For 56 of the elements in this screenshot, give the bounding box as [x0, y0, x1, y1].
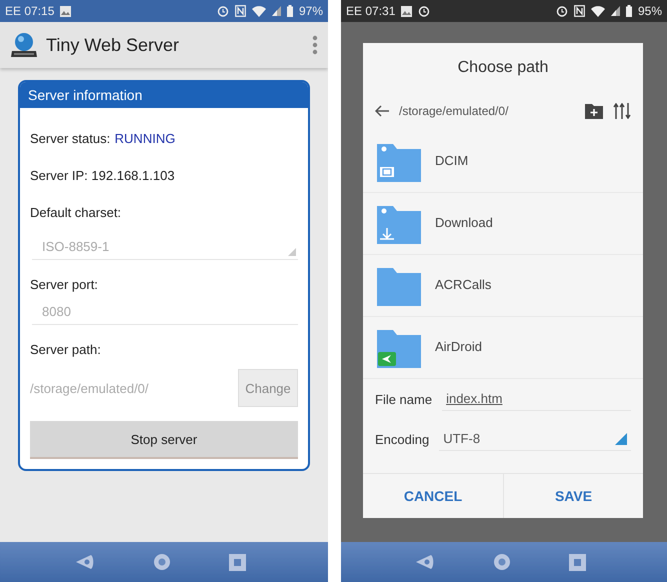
- stop-server-button[interactable]: Stop server: [30, 421, 298, 459]
- status-time: EE 07:31: [346, 4, 396, 18]
- encoding-label: Encoding: [375, 432, 430, 446]
- battery-percent: 97%: [298, 4, 323, 18]
- more-options-icon[interactable]: [312, 35, 318, 55]
- folder-item[interactable]: DCIM: [363, 131, 643, 193]
- back-arrow-icon[interactable]: [375, 105, 389, 117]
- status-value: RUNNING: [114, 131, 176, 146]
- file-name-field[interactable]: index.htm: [442, 387, 631, 411]
- back-icon[interactable]: [74, 554, 94, 570]
- recents-icon[interactable]: [568, 554, 586, 570]
- status-label: Server status:: [30, 131, 110, 146]
- folder-item[interactable]: AirDroid: [363, 317, 643, 379]
- port-label: Server port:: [30, 276, 98, 292]
- nfc-icon: [234, 5, 246, 17]
- signal-icon: [610, 6, 620, 16]
- folder-item[interactable]: Download: [363, 193, 643, 255]
- dialog-title: Choose path: [456, 59, 550, 77]
- nfc-icon: [574, 5, 585, 17]
- home-icon[interactable]: [152, 553, 170, 571]
- folder-item[interactable]: ACRCalls: [363, 255, 643, 317]
- dialog-button[interactable]: CANCEL: [363, 474, 503, 518]
- app-title: Tiny Web Server: [46, 34, 180, 56]
- image-icon: [401, 6, 412, 16]
- wifi-icon: [590, 6, 605, 16]
- encoding-dropdown[interactable]: UTF-8: [439, 427, 631, 451]
- battery-icon: [626, 5, 632, 17]
- folder-icon: [377, 204, 421, 244]
- battery-icon: [286, 5, 293, 17]
- status-time: EE 07:15: [5, 4, 54, 18]
- signal-icon: [272, 6, 281, 16]
- dropdown-corner-icon: [615, 432, 627, 444]
- sort-icon[interactable]: [613, 103, 631, 119]
- dialog-button[interactable]: SAVE: [503, 474, 643, 518]
- card-title: Server information: [20, 82, 308, 108]
- server-globe-icon: [10, 31, 38, 59]
- wifi-icon: [252, 6, 266, 16]
- alarm-icon: [216, 5, 229, 17]
- path-value: /storage/emulated/0/: [30, 380, 149, 396]
- dropdown-corner-icon: [288, 248, 296, 256]
- new-folder-icon[interactable]: [585, 104, 603, 118]
- folder-icon: [377, 266, 421, 306]
- server-ip: Server IP: 192.168.1.103: [30, 168, 175, 183]
- path-label: Server path:: [30, 342, 101, 356]
- battery-percent: 95%: [638, 4, 662, 18]
- alarm-icon: [418, 5, 430, 17]
- file-name-label: File name: [375, 392, 432, 406]
- back-icon[interactable]: [414, 554, 434, 570]
- recents-icon[interactable]: [228, 554, 246, 570]
- home-icon[interactable]: [492, 553, 510, 571]
- alarm-icon: [556, 5, 568, 17]
- folder-icon: [377, 328, 421, 368]
- image-icon: [60, 6, 72, 16]
- current-path: /storage/emulated/0/: [399, 104, 510, 118]
- charset-label: Default charset:: [30, 205, 122, 220]
- folder-icon: [377, 142, 421, 182]
